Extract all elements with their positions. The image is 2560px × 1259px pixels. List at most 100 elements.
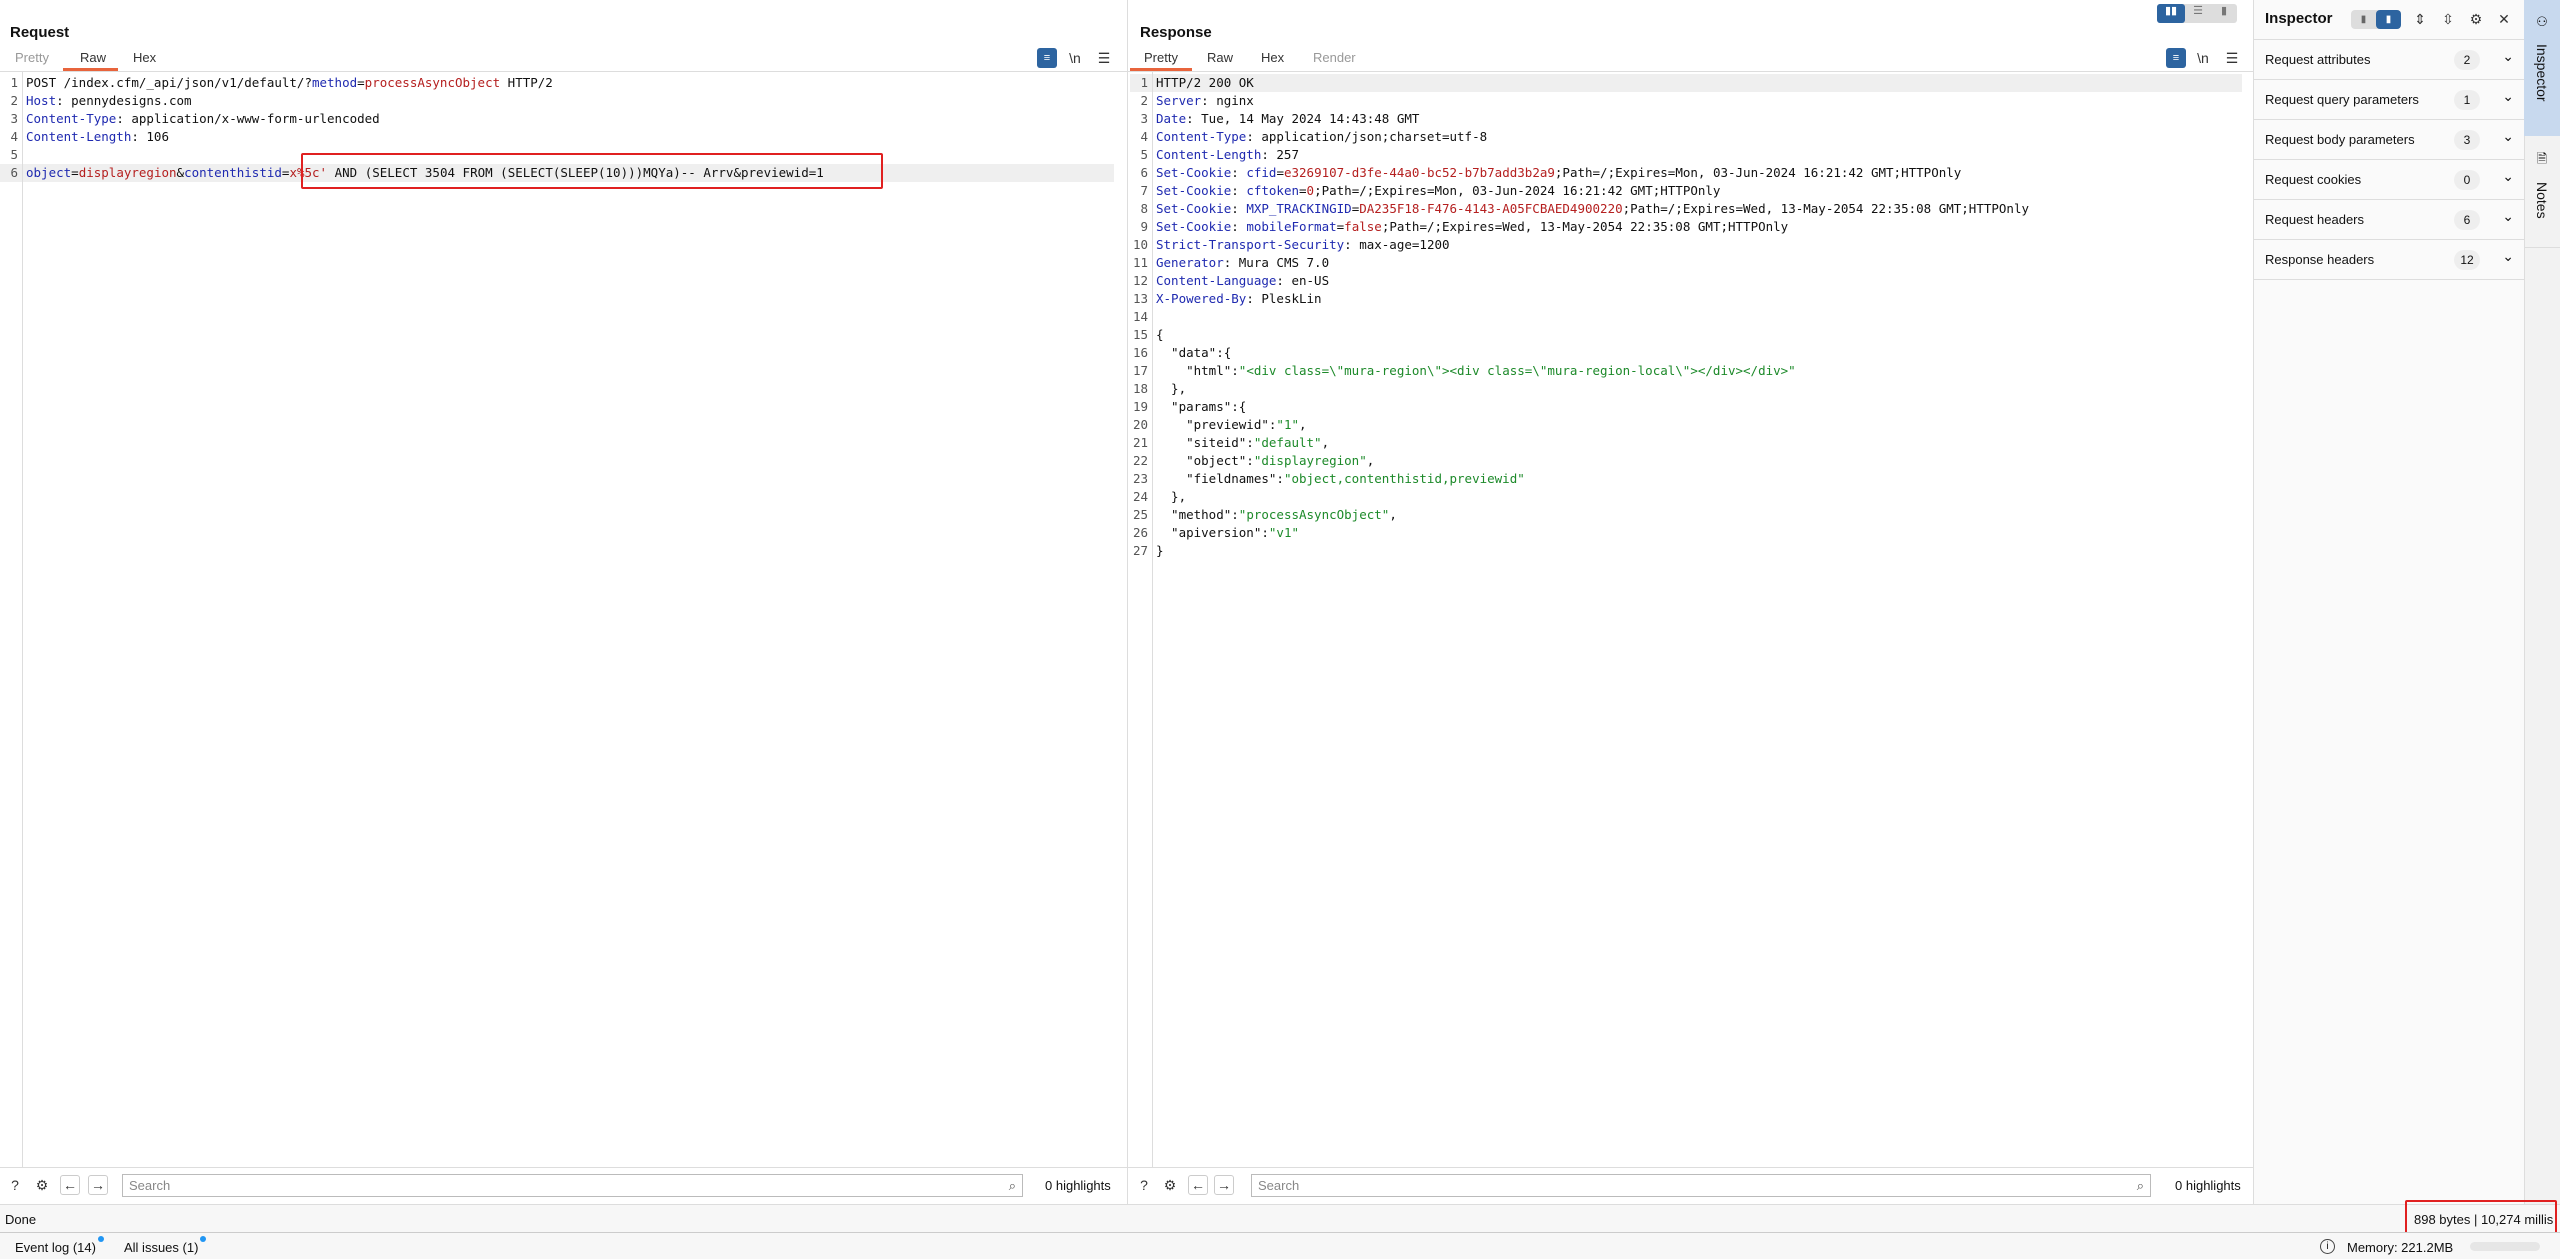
inspector-right-layout-icon[interactable]: ▮: [2376, 10, 2401, 29]
info-icon[interactable]: i: [2320, 1239, 2335, 1254]
code-token: Strict-Transport-Security: [1156, 237, 1345, 252]
line-text: "previewid":"1",: [1156, 416, 1307, 434]
all-issues-link[interactable]: All issues (1): [124, 1240, 198, 1255]
request-tab-pretty[interactable]: Pretty: [15, 50, 49, 65]
newline-toggle-icon[interactable]: \n: [2193, 48, 2213, 68]
inspector-section[interactable]: Request body parameters 3 ⌄: [2254, 120, 2524, 160]
code-token: "displayregion": [1253, 453, 1367, 468]
stacked-layout-icon[interactable]: ☰: [2185, 4, 2211, 23]
code-line: 1 HTTP/2 200 OK: [1130, 74, 2242, 92]
back-arrow-icon[interactable]: ←: [60, 1175, 80, 1195]
code-token: :: [1231, 183, 1247, 198]
code-token: method: [311, 75, 358, 90]
notes-icon: 🗎: [2536, 151, 2548, 166]
newline-toggle-icon[interactable]: \n: [1065, 48, 1085, 68]
response-tab-raw[interactable]: Raw: [1207, 50, 1233, 65]
payload-highlight-box: [301, 153, 883, 189]
forward-arrow-icon[interactable]: →: [1214, 1175, 1234, 1195]
inspector-section-count: 0: [2454, 170, 2480, 190]
side-tab-inspector-label: Inspector: [2534, 44, 2550, 102]
single-layout-icon[interactable]: ▮: [2211, 4, 2237, 23]
inspector-section[interactable]: Request cookies 0 ⌄: [2254, 160, 2524, 200]
code-token: =: [71, 165, 79, 180]
code-token: Date: [1156, 111, 1187, 126]
side-tab-inspector[interactable]: ⚇ Inspector: [2524, 0, 2560, 136]
line-number: 1: [1140, 75, 1148, 90]
request-editor[interactable]: 1 POST /index.cfm/_api/json/v1/default/?m…: [0, 72, 1114, 1167]
code-token: =: [1299, 183, 1307, 198]
line-text: "apiversion":"v1": [1156, 524, 1299, 542]
inspector-section-count: 2: [2454, 50, 2480, 70]
help-icon[interactable]: ?: [1134, 1175, 1154, 1195]
menu-icon[interactable]: ☰: [1094, 48, 1114, 68]
code-line: 18 },: [1130, 380, 2242, 398]
line-text: Strict-Transport-Security: max-age=1200: [1156, 236, 1450, 254]
code-token: ,: [1366, 453, 1375, 468]
code-token: : en-US: [1276, 273, 1330, 288]
request-tab-raw[interactable]: Raw: [80, 50, 106, 65]
side-tab-notes-label: Notes: [2534, 182, 2550, 219]
response-tab-hex[interactable]: Hex: [1261, 50, 1284, 65]
request-tab-hex[interactable]: Hex: [133, 50, 156, 65]
chevron-down-icon[interactable]: ⌄: [2502, 168, 2514, 185]
chevron-down-icon[interactable]: ⌄: [2502, 128, 2514, 145]
menu-icon[interactable]: ☰: [2222, 48, 2242, 68]
code-token: Content-Length: [26, 129, 132, 144]
code-line: 1 POST /index.cfm/_api/json/v1/default/?m…: [0, 74, 1114, 92]
expand-all-icon[interactable]: ⇕: [2410, 9, 2430, 29]
settings-gear-icon[interactable]: ⚙: [32, 1175, 52, 1195]
response-editor[interactable]: 1 HTTP/2 200 OK 2 Server: nginx 3 Date: Tue, …: [1130, 72, 2242, 1167]
search-icon: ⌕: [1008, 1178, 1016, 1193]
inspector-section[interactable]: Response headers 12 ⌄: [2254, 240, 2524, 280]
line-text: "method":"processAsyncObject",: [1156, 506, 1397, 524]
search-placeholder: Search: [1258, 1178, 1300, 1193]
code-token: : max-age=1200: [1344, 237, 1450, 252]
code-line: 24 },: [1130, 488, 2242, 506]
inspector-section[interactable]: Request attributes 2 ⌄: [2254, 40, 2524, 80]
line-text: Generator: Mura CMS 7.0: [1156, 254, 1329, 272]
inspector-layout-toggle[interactable]: ▮ ▮: [2351, 10, 2401, 29]
response-tab-pretty[interactable]: Pretty: [1144, 50, 1178, 65]
chevron-down-icon[interactable]: ⌄: [2502, 88, 2514, 105]
request-search-input[interactable]: Search ⌕: [122, 1174, 1023, 1197]
inspector-settings-gear-icon[interactable]: ⚙: [2466, 9, 2486, 29]
code-line: 25 "method":"processAsyncObject",: [1130, 506, 2242, 524]
help-icon[interactable]: ?: [5, 1175, 25, 1195]
code-token: :: [1231, 165, 1247, 180]
code-token: "method":: [1156, 507, 1239, 522]
code-token: "html":: [1156, 363, 1239, 378]
code-token: MXP_TRACKINGID: [1246, 201, 1352, 216]
event-log-link[interactable]: Event log (14): [15, 1240, 96, 1255]
pretty-print-icon[interactable]: ≡: [1037, 48, 1057, 68]
code-line: 2 Server: nginx: [1130, 92, 2242, 110]
close-icon[interactable]: ✕: [2494, 9, 2514, 29]
response-tab-render[interactable]: Render: [1313, 50, 1356, 65]
inspector-section[interactable]: Request query parameters 1 ⌄: [2254, 80, 2524, 120]
line-number: 5: [10, 147, 18, 162]
code-line: 12 Content-Language: en-US: [1130, 272, 2242, 290]
inspector-tab-icon: ⚇: [2536, 14, 2548, 29]
inspector-section-count: 6: [2454, 210, 2480, 230]
inspector-left-layout-icon[interactable]: ▮: [2351, 10, 2376, 29]
response-search-input[interactable]: Search ⌕: [1251, 1174, 2151, 1197]
line-text: "data":{: [1156, 344, 1231, 362]
forward-arrow-icon[interactable]: →: [88, 1175, 108, 1195]
code-token: ,: [1299, 417, 1307, 432]
layout-toggle[interactable]: ▮▮ ☰ ▮: [2157, 4, 2237, 23]
side-tab-notes[interactable]: 🗎 Notes: [2524, 136, 2560, 248]
settings-gear-icon[interactable]: ⚙: [1160, 1175, 1180, 1195]
inspector-section[interactable]: Request headers 6 ⌄: [2254, 200, 2524, 240]
line-number: 18: [1132, 381, 1148, 396]
chevron-down-icon[interactable]: ⌄: [2502, 48, 2514, 65]
back-arrow-icon[interactable]: ←: [1188, 1175, 1208, 1195]
code-line: 3 Content-Type: application/x-www-form-ur…: [0, 110, 1114, 128]
side-by-side-layout-icon[interactable]: ▮▮: [2157, 4, 2185, 23]
collapse-all-icon[interactable]: ⇳: [2438, 9, 2458, 29]
chevron-down-icon[interactable]: ⌄: [2502, 248, 2514, 265]
search-icon: ⌕: [2136, 1178, 2144, 1193]
line-number: 23: [1132, 471, 1148, 486]
event-log-dot: [98, 1236, 104, 1242]
chevron-down-icon[interactable]: ⌄: [2502, 208, 2514, 225]
line-text: Set-Cookie: mobileFormat=false;Path=/;Ex…: [1156, 218, 1788, 236]
pretty-print-icon[interactable]: ≡: [2166, 48, 2186, 68]
